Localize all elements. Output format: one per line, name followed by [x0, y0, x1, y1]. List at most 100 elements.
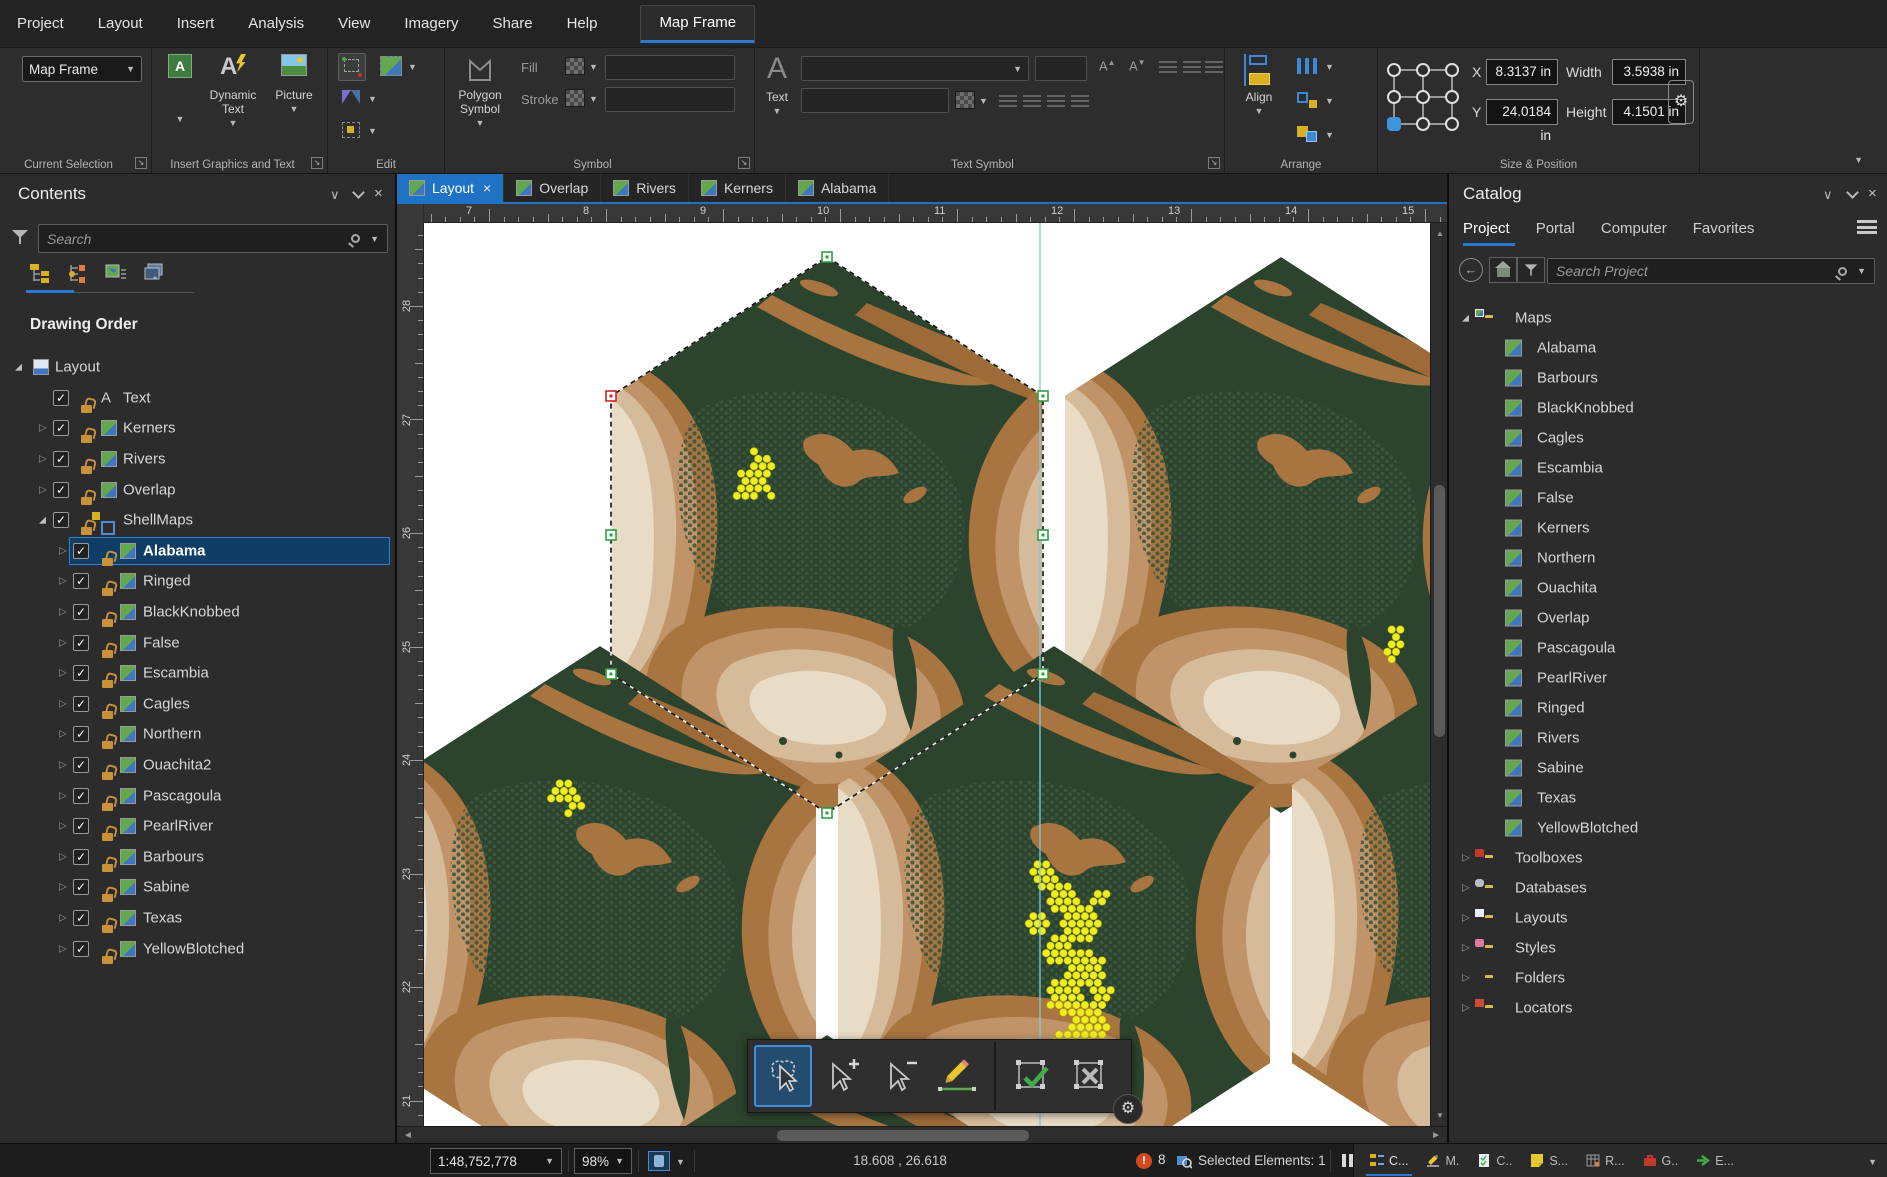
chevron-down-icon[interactable]: ▼ — [979, 96, 988, 106]
expand-icon[interactable]: ▷ — [59, 668, 67, 679]
pin-icon[interactable] — [1846, 186, 1859, 199]
expand-icon[interactable]: ▷ — [59, 912, 67, 923]
chevron-down-icon[interactable]: ▼ — [1868, 1157, 1877, 1167]
chevron-down-icon[interactable]: ▼ — [1325, 96, 1334, 106]
dock-tab-5[interactable]: G.. — [1637, 1147, 1685, 1175]
snapping-toggle[interactable] — [648, 1151, 670, 1171]
visibility-checkbox[interactable]: ✓ — [73, 788, 89, 804]
catalog-item-sabine[interactable]: Sabine — [1449, 753, 1887, 783]
indent-left-icon[interactable] — [1183, 60, 1201, 73]
visibility-checkbox[interactable]: ✓ — [73, 635, 89, 651]
catalog-item-ouachita[interactable]: Ouachita — [1449, 573, 1887, 603]
chevron-down-icon[interactable]: ▼ — [589, 62, 598, 72]
catalog-item-overlap[interactable]: Overlap — [1449, 603, 1887, 633]
tab-map-frame[interactable]: Map Frame — [640, 5, 755, 43]
expand-icon[interactable]: ▷ — [1462, 1003, 1470, 1014]
visibility-checkbox[interactable]: ✓ — [73, 818, 89, 834]
selection-zoom-icon[interactable] — [1176, 1153, 1192, 1172]
vertical-scrollbar[interactable]: ▲ ▼ — [1430, 223, 1447, 1126]
layer-row-sabine[interactable]: ▷✓Sabine — [0, 872, 395, 903]
font-style-box[interactable] — [1035, 56, 1087, 81]
menu-analysis[interactable]: Analysis — [231, 0, 321, 48]
menu-share[interactable]: Share — [476, 0, 550, 48]
expand-icon[interactable]: ▷ — [59, 576, 67, 587]
layer-row-pascagoula[interactable]: ▷✓Pascagoula — [0, 780, 395, 811]
expand-icon[interactable]: ▷ — [39, 423, 47, 434]
picture-button[interactable]: Picture ▼ — [270, 54, 318, 116]
menu-view[interactable]: View — [321, 0, 387, 48]
catalog-item-texas[interactable]: Texas — [1449, 783, 1887, 813]
horizontal-scroll-thumb[interactable] — [777, 1130, 1029, 1141]
expand-icon[interactable]: ▷ — [59, 790, 67, 801]
expand-icon[interactable]: ▷ — [1462, 973, 1470, 984]
catalog-item-alabama[interactable]: Alabama — [1449, 333, 1887, 363]
select-lasso-tool[interactable] — [754, 1045, 812, 1107]
doc-tab-overlap[interactable]: Overlap — [504, 174, 601, 202]
layer-row-overlap[interactable]: ▷✓Overlap — [0, 474, 395, 505]
catalog-item-layouts[interactable]: ▷Layouts — [1449, 903, 1887, 933]
catalog-tab-favorites[interactable]: Favorites — [1693, 220, 1755, 237]
zoom-combo[interactable]: 98% ▼ — [574, 1148, 632, 1174]
cancel-edit-button[interactable] — [1062, 1045, 1120, 1107]
dock-tab-6[interactable]: E... — [1690, 1147, 1740, 1175]
select-element-tool-active[interactable] — [338, 53, 366, 81]
font-name-combo[interactable]: ▼ — [801, 56, 1029, 81]
pin-icon[interactable] — [352, 186, 365, 199]
stroke-value-box[interactable] — [605, 87, 735, 112]
selected-elements-status[interactable]: Selected Elements: 1 — [1198, 1144, 1326, 1177]
home-icon[interactable] — [1489, 257, 1517, 283]
collapse-icon[interactable]: ◢ — [15, 362, 22, 373]
layer-row-shellmaps[interactable]: ◢✓ShellMaps — [0, 505, 395, 536]
expand-icon[interactable]: ▷ — [59, 943, 67, 954]
layer-row-cagles[interactable]: ▷✓Cagles — [0, 689, 395, 720]
polygon-symbol-button[interactable]: Polygon Symbol ▼ — [451, 54, 509, 130]
visibility-checkbox[interactable]: ✓ — [73, 941, 89, 957]
catalog-item-false[interactable]: False — [1449, 483, 1887, 513]
visibility-checkbox[interactable]: ✓ — [73, 665, 89, 681]
catalog-tab-project[interactable]: Project — [1463, 220, 1510, 237]
bullet-list-icon[interactable] — [1159, 60, 1177, 73]
visibility-checkbox[interactable]: ✓ — [53, 390, 69, 406]
layer-row-text[interactable]: ✓AText — [0, 383, 395, 414]
menu-imagery[interactable]: Imagery — [387, 0, 475, 48]
expand-icon[interactable]: ▷ — [59, 637, 67, 648]
expand-icon[interactable]: ▷ — [59, 760, 67, 771]
chevron-down-icon[interactable]: ▼ — [1325, 62, 1334, 72]
expand-icon[interactable]: ▷ — [59, 882, 67, 893]
catalog-item-cagles[interactable]: Cagles — [1449, 423, 1887, 453]
menu-help[interactable]: Help — [550, 0, 615, 48]
catalog-item-toolboxes[interactable]: ▷Toolboxes — [1449, 843, 1887, 873]
layer-row-barbours[interactable]: ▷✓Barbours — [0, 842, 395, 873]
fill-value-box[interactable] — [605, 55, 735, 80]
collapse-ribbon-icon[interactable]: ▼ — [1854, 155, 1863, 165]
layer-row-pearlriver[interactable]: ▷✓PearlRiver — [0, 811, 395, 842]
align-button[interactable]: Align ▼ — [1237, 54, 1281, 118]
x-input[interactable]: 8.3137 in — [1486, 59, 1558, 85]
chevron-down-icon[interactable]: ▼ — [368, 126, 377, 136]
back-icon[interactable]: ← — [1459, 258, 1483, 282]
menu-icon[interactable] — [1857, 220, 1877, 234]
dialog-launcher-icon[interactable]: ↘ — [1208, 157, 1220, 169]
align-left-icon[interactable] — [999, 94, 1017, 107]
anchor-point-grid[interactable] — [1382, 58, 1464, 138]
expand-icon[interactable]: ▷ — [39, 484, 47, 495]
visibility-checkbox[interactable]: ✓ — [53, 451, 69, 467]
doc-tab-rivers[interactable]: Rivers — [601, 174, 689, 202]
clip-tool-icon[interactable] — [342, 122, 360, 138]
expand-icon[interactable]: ▷ — [59, 851, 67, 862]
chevron-down-icon[interactable]: ▼ — [676, 1157, 685, 1167]
flip-tool-icon[interactable] — [342, 90, 360, 106]
chevron-down-icon[interactable]: ∨ — [1823, 187, 1833, 203]
doc-tab-layout[interactable]: Layout× — [397, 174, 504, 202]
menu-layout[interactable]: Layout — [81, 0, 160, 48]
doc-tab-kerners[interactable]: Kerners — [689, 174, 786, 202]
expand-icon[interactable]: ▷ — [1462, 883, 1470, 894]
layer-row-ringed[interactable]: ▷✓Ringed — [0, 566, 395, 597]
catalog-item-databases[interactable]: ▷Databases — [1449, 873, 1887, 903]
dialog-launcher-icon[interactable]: ↘ — [135, 157, 147, 169]
expand-icon[interactable]: ▷ — [59, 821, 67, 832]
expand-icon[interactable]: ▷ — [59, 545, 67, 556]
add-to-selection-tool[interactable] — [812, 1045, 870, 1107]
tab-list-by-drawing-order[interactable] — [26, 260, 54, 286]
font-size-combo[interactable] — [801, 88, 949, 113]
